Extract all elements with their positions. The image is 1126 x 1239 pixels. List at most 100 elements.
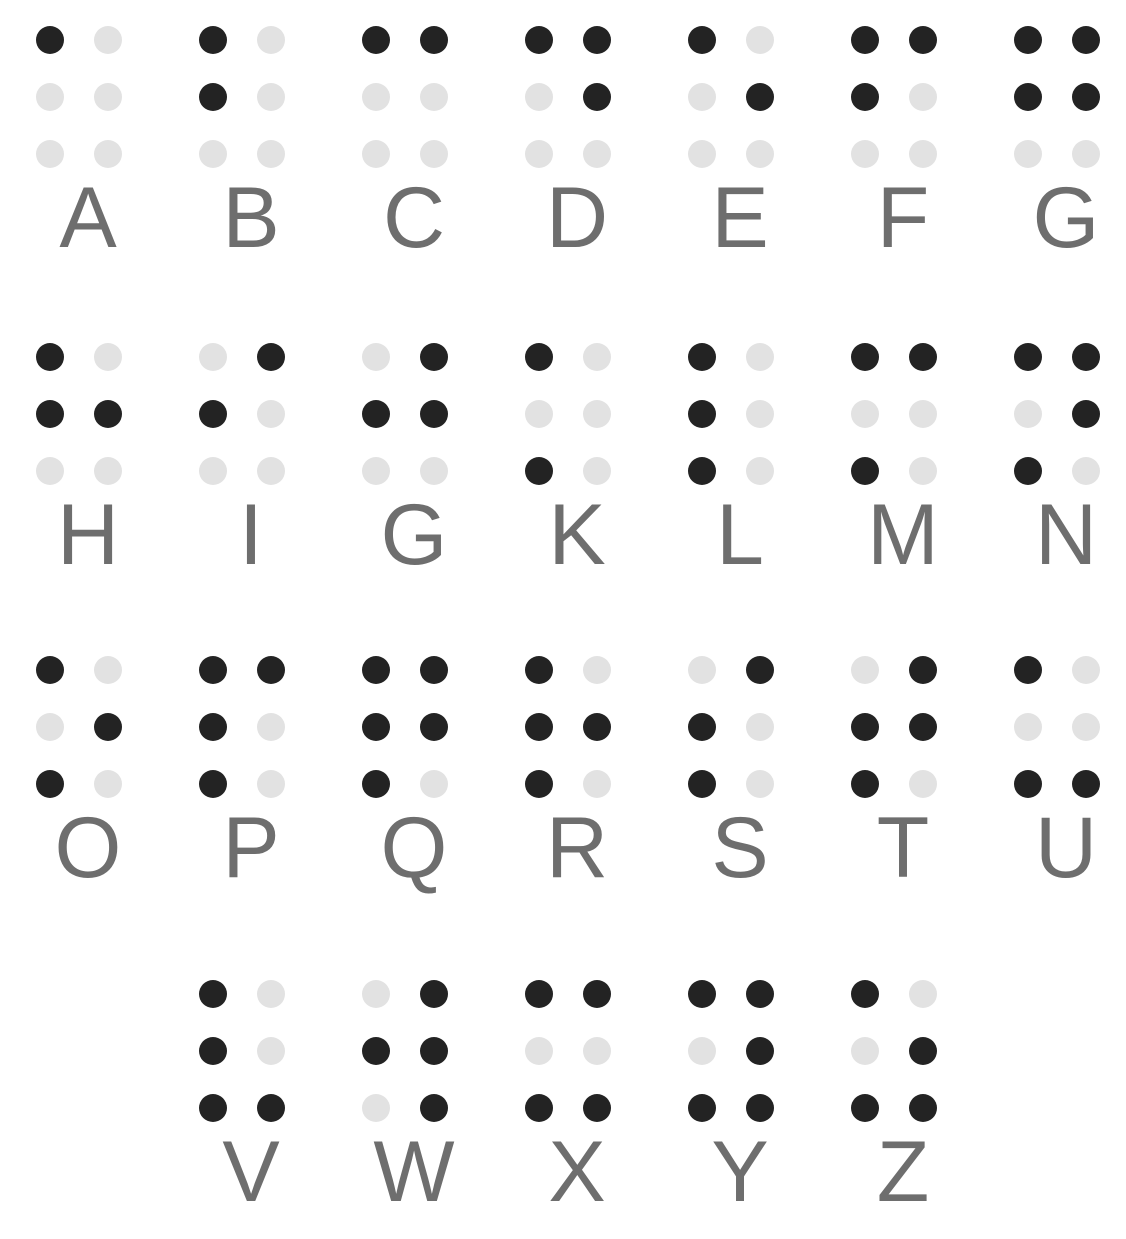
flat-dot — [1072, 713, 1100, 741]
letter-label: H — [56, 487, 120, 583]
braille-alphabet-chart: A B C D E F G H I G K L MN O P Q R S T U VWX Y Z — [0, 0, 1126, 1239]
flat-dot — [257, 140, 285, 168]
raised-dot — [746, 1037, 774, 1065]
flat-dot — [257, 713, 285, 741]
flat-dot — [525, 400, 553, 428]
flat-dot — [909, 140, 937, 168]
letter-label: Q — [380, 800, 448, 896]
raised-dot — [688, 713, 716, 741]
flat-dot — [583, 770, 611, 798]
letter-label: B — [222, 170, 280, 266]
flat-dot — [257, 400, 285, 428]
raised-dot — [688, 343, 716, 371]
raised-dot — [909, 26, 937, 54]
flat-dot — [257, 457, 285, 485]
raised-dot — [583, 713, 611, 741]
flat-dot — [851, 656, 879, 684]
flat-dot — [583, 343, 611, 371]
raised-dot — [420, 980, 448, 1008]
flat-dot — [36, 457, 64, 485]
raised-dot — [36, 343, 64, 371]
raised-dot — [688, 457, 716, 485]
raised-dot — [851, 1094, 879, 1122]
raised-dot — [94, 713, 122, 741]
letter-label: D — [545, 170, 609, 266]
raised-dot — [420, 713, 448, 741]
raised-dot — [746, 656, 774, 684]
flat-dot — [1072, 656, 1100, 684]
braille-cell: Z — [845, 980, 961, 1230]
raised-dot — [362, 656, 390, 684]
flat-dot — [36, 713, 64, 741]
flat-dot — [688, 140, 716, 168]
letter-label: F — [876, 170, 930, 266]
flat-dot — [746, 400, 774, 428]
flat-dot — [199, 140, 227, 168]
flat-dot — [1014, 400, 1042, 428]
raised-dot — [746, 980, 774, 1008]
raised-dot — [909, 713, 937, 741]
raised-dot — [688, 980, 716, 1008]
letter-label: Y — [711, 1124, 769, 1220]
raised-dot — [36, 770, 64, 798]
letter-label: W — [373, 1124, 455, 1220]
raised-dot — [583, 26, 611, 54]
flat-dot — [420, 140, 448, 168]
flat-dot — [94, 83, 122, 111]
letter-label: X — [548, 1124, 606, 1220]
raised-dot — [199, 770, 227, 798]
raised-dot — [420, 343, 448, 371]
braille-cell: B — [193, 26, 309, 276]
braille-cell: D — [519, 26, 635, 276]
raised-dot — [199, 713, 227, 741]
braille-cell: Y — [682, 980, 798, 1230]
flat-dot — [688, 656, 716, 684]
raised-dot — [688, 400, 716, 428]
braille-cell: M — [845, 343, 961, 593]
raised-dot — [525, 980, 553, 1008]
braille-cell: N — [1008, 343, 1124, 593]
raised-dot — [583, 83, 611, 111]
raised-dot — [851, 770, 879, 798]
braille-cell: O — [30, 656, 146, 906]
flat-dot — [909, 83, 937, 111]
raised-dot — [362, 770, 390, 798]
raised-dot — [362, 26, 390, 54]
letter-label: I — [239, 487, 263, 583]
raised-dot — [909, 656, 937, 684]
flat-dot — [362, 83, 390, 111]
braille-cell: X — [519, 980, 635, 1230]
braille-cell: U — [1008, 656, 1124, 906]
flat-dot — [583, 656, 611, 684]
flat-dot — [909, 457, 937, 485]
flat-dot — [525, 83, 553, 111]
raised-dot — [525, 1094, 553, 1122]
flat-dot — [1072, 457, 1100, 485]
letter-label: U — [1034, 800, 1098, 896]
flat-dot — [94, 656, 122, 684]
flat-dot — [746, 343, 774, 371]
letter-label: V — [222, 1124, 280, 1220]
letter-label: N — [1034, 487, 1098, 583]
braille-cell: L — [682, 343, 798, 593]
raised-dot — [525, 713, 553, 741]
braille-cell: P — [193, 656, 309, 906]
flat-dot — [94, 26, 122, 54]
raised-dot — [851, 26, 879, 54]
raised-dot — [199, 1094, 227, 1122]
raised-dot — [1072, 26, 1100, 54]
raised-dot — [199, 400, 227, 428]
flat-dot — [362, 140, 390, 168]
flat-dot — [257, 83, 285, 111]
flat-dot — [525, 1037, 553, 1065]
letter-label: K — [548, 487, 606, 583]
braille-cell: I — [193, 343, 309, 593]
letter-label: A — [59, 170, 117, 266]
letter-label: P — [222, 800, 280, 896]
flat-dot — [420, 83, 448, 111]
flat-dot — [583, 140, 611, 168]
braille-cell: R — [519, 656, 635, 906]
raised-dot — [746, 1094, 774, 1122]
raised-dot — [1072, 770, 1100, 798]
letter-label: T — [876, 800, 930, 896]
